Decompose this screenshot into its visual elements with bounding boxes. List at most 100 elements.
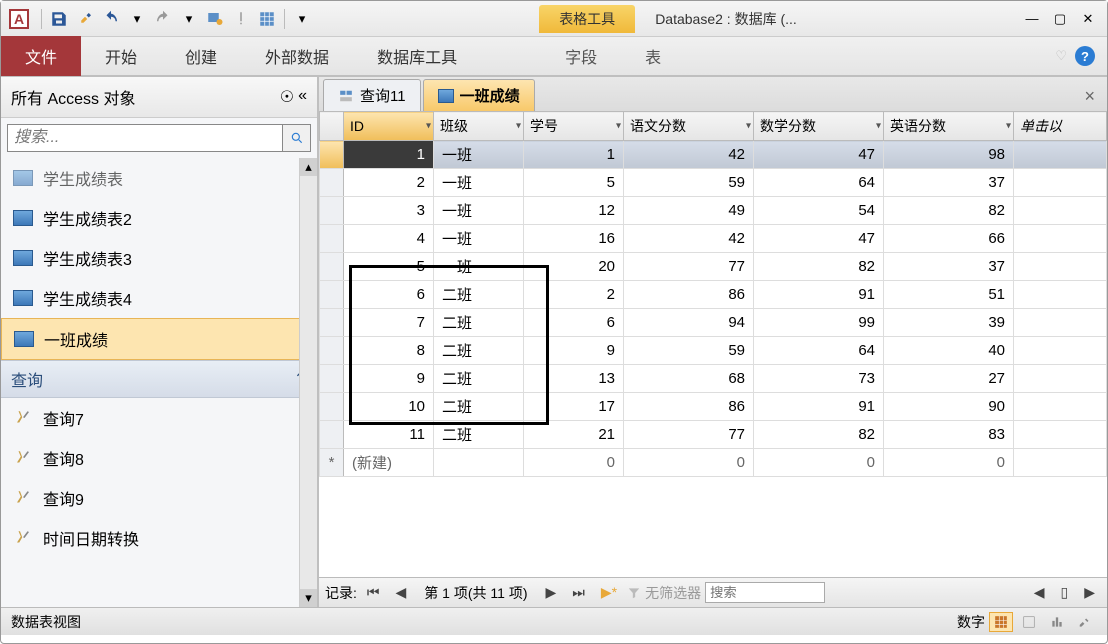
col-math[interactable]: 数学分数▾ [754, 112, 884, 141]
nav-query-item[interactable]: 查询7 [1, 398, 317, 438]
cell-sid[interactable]: 17 [524, 393, 624, 421]
nav-collapse-icon[interactable]: « [298, 87, 307, 107]
cell-math[interactable]: 82 [754, 421, 884, 449]
tab-home[interactable]: 开始 [81, 36, 161, 76]
cell-id[interactable]: 1 [344, 141, 434, 169]
cell-extra[interactable] [1014, 393, 1107, 421]
row-selector[interactable] [320, 225, 344, 253]
row-selector[interactable] [320, 197, 344, 225]
filter-indicator[interactable]: 无筛选器 [627, 583, 701, 603]
nav-group-queries[interactable]: 查询⌃ [1, 360, 317, 398]
dropdown-icon[interactable]: ▾ [876, 121, 881, 132]
cell-id[interactable]: 4 [344, 225, 434, 253]
cell-english[interactable]: 90 [884, 393, 1014, 421]
row-selector[interactable] [320, 365, 344, 393]
tab-create[interactable]: 创建 [161, 36, 241, 76]
cell-chinese[interactable]: 49 [624, 197, 754, 225]
cell-chinese[interactable]: 77 [624, 421, 754, 449]
nav-table-item-selected[interactable]: 一班成绩 [1, 318, 317, 360]
cell-class[interactable]: 一班 [434, 225, 524, 253]
cell-math[interactable]: 82 [754, 253, 884, 281]
col-add[interactable]: 单击以 [1014, 112, 1107, 141]
prev-record-button[interactable]: ◀ [390, 582, 413, 603]
table-row[interactable]: 8 二班 9 59 64 40 [320, 337, 1107, 365]
cell-math[interactable]: 91 [754, 281, 884, 309]
nav-query-item[interactable]: 查询9 [1, 478, 317, 518]
cell-chinese[interactable]: 42 [624, 225, 754, 253]
paintbrush-icon[interactable] [74, 8, 96, 30]
col-id[interactable]: ID▾ [344, 112, 434, 141]
cell-id[interactable]: 9 [344, 365, 434, 393]
undo-icon[interactable] [100, 8, 122, 30]
cell-extra[interactable] [1014, 253, 1107, 281]
row-selector[interactable] [320, 141, 344, 169]
cell-class[interactable]: 一班 [434, 141, 524, 169]
cell-sid[interactable]: 1 [524, 141, 624, 169]
select-all-cell[interactable] [320, 112, 344, 141]
doc-close-button[interactable]: × [1076, 82, 1103, 111]
cell-id[interactable]: 8 [344, 337, 434, 365]
tab-database-tools[interactable]: 数据库工具 [353, 36, 481, 76]
nav-query-item[interactable]: 时间日期转换 [1, 518, 317, 558]
help-icon[interactable]: ? [1075, 46, 1095, 66]
save-icon[interactable] [48, 8, 70, 30]
form-wizard-icon[interactable] [204, 8, 226, 30]
cell-sid[interactable]: 21 [524, 421, 624, 449]
row-selector[interactable] [320, 309, 344, 337]
doc-tab-active[interactable]: 一班成绩 [423, 79, 535, 111]
row-selector[interactable] [320, 169, 344, 197]
row-selector[interactable] [320, 337, 344, 365]
dropdown-icon[interactable]: ▾ [426, 121, 431, 132]
cell-english[interactable]: 83 [884, 421, 1014, 449]
cell-class[interactable]: 一班 [434, 169, 524, 197]
pivot-view-button[interactable] [1017, 612, 1041, 632]
cell-chinese[interactable]: 59 [624, 169, 754, 197]
cell-english[interactable]: 66 [884, 225, 1014, 253]
pivotchart-view-button[interactable] [1045, 612, 1069, 632]
col-chinese[interactable]: 语文分数▾ [624, 112, 754, 141]
cell-sid[interactable]: 5 [524, 169, 624, 197]
new-row-label[interactable]: (新建) [344, 449, 434, 477]
close-icon[interactable]: ✕ [1077, 10, 1099, 28]
scroll-up-icon[interactable]: ▴ [300, 158, 317, 176]
datasheet[interactable]: ID▾ 班级▾ 学号▾ 语文分数▾ 数学分数▾ 英语分数▾ 单击以 1 一班 1… [319, 111, 1107, 577]
new-record-button[interactable]: ▶* [595, 582, 623, 603]
cell-class[interactable]: 二班 [434, 421, 524, 449]
table-row[interactable]: 10 二班 17 86 91 90 [320, 393, 1107, 421]
dropdown-icon[interactable]: ▾ [746, 121, 751, 132]
doc-tab-query[interactable]: 查询11 [323, 79, 421, 111]
col-english[interactable]: 英语分数▾ [884, 112, 1014, 141]
cell-english[interactable]: 37 [884, 169, 1014, 197]
row-selector[interactable] [320, 421, 344, 449]
maximize-icon[interactable]: ▢ [1049, 10, 1071, 28]
cell-class[interactable]: 二班 [434, 337, 524, 365]
cell-math[interactable]: 47 [754, 141, 884, 169]
cell-english[interactable]: 98 [884, 141, 1014, 169]
cell-id[interactable]: 5 [344, 253, 434, 281]
redo-icon[interactable] [152, 8, 174, 30]
record-search-input[interactable] [705, 582, 825, 603]
heart-icon[interactable]: ♡ [1055, 48, 1067, 64]
row-selector[interactable] [320, 393, 344, 421]
cell-extra[interactable] [1014, 365, 1107, 393]
hscroll-right-button[interactable]: ▶ [1078, 582, 1101, 603]
cell-math[interactable]: 64 [754, 337, 884, 365]
exclamation-icon[interactable] [230, 8, 252, 30]
cell-math[interactable]: 91 [754, 393, 884, 421]
cell-sid[interactable]: 13 [524, 365, 624, 393]
cell-english[interactable]: 27 [884, 365, 1014, 393]
table-row[interactable]: 11 二班 21 77 82 83 [320, 421, 1107, 449]
cell-english[interactable]: 82 [884, 197, 1014, 225]
row-selector[interactable] [320, 281, 344, 309]
nav-table-item[interactable]: 学生成绩表2 [1, 198, 317, 238]
cell-math[interactable]: 47 [754, 225, 884, 253]
cell-extra[interactable] [1014, 197, 1107, 225]
cell-chinese[interactable]: 94 [624, 309, 754, 337]
search-input[interactable] [7, 124, 283, 152]
undo-dropdown-icon[interactable]: ▾ [126, 8, 148, 30]
cell-english[interactable]: 40 [884, 337, 1014, 365]
row-selector[interactable] [320, 253, 344, 281]
dropdown-icon[interactable]: ▾ [1006, 121, 1011, 132]
redo-dropdown-icon[interactable]: ▾ [178, 8, 200, 30]
dropdown-icon[interactable]: ▾ [516, 121, 521, 132]
